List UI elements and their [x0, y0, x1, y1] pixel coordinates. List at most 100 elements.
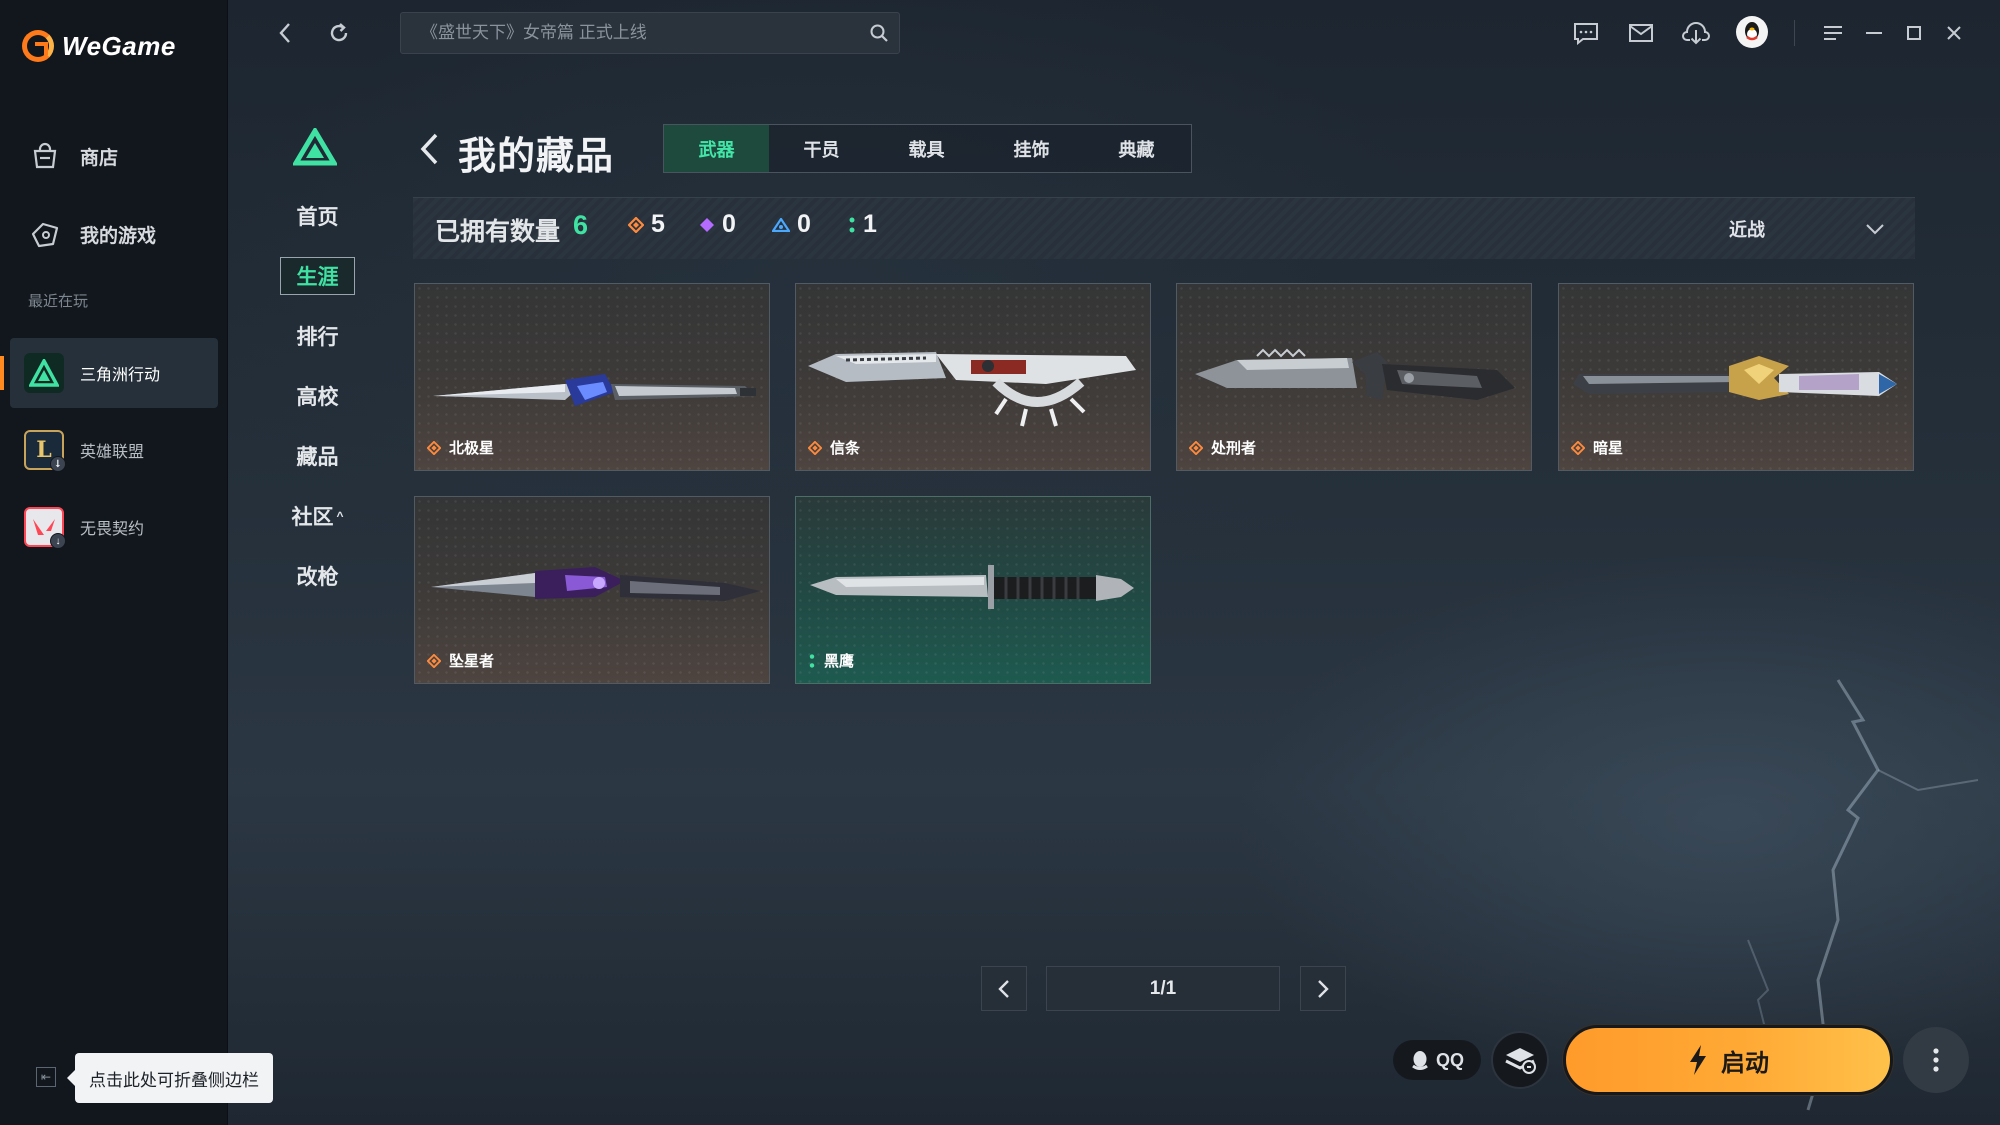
weapon-label: 北极星 — [427, 437, 494, 458]
back-icon — [279, 23, 290, 43]
tab-weapons[interactable]: 武器 — [664, 125, 769, 172]
prev-page-button[interactable] — [981, 966, 1027, 1011]
knife-artwork-star-faller — [431, 567, 760, 601]
vertical-dots-icon — [1933, 1048, 1939, 1072]
weapon-name: 信条 — [830, 440, 861, 457]
tab-charms[interactable]: 挂饰 — [979, 125, 1084, 172]
tab-vehicles[interactable]: 载具 — [874, 125, 979, 172]
weapon-card-dark-star[interactable]: 暗星 — [1558, 283, 1914, 471]
orange-diamond-icon — [1189, 440, 1203, 455]
knife-artwork-polaris — [433, 374, 756, 406]
weapon-card-star-faller[interactable]: 坠星者 — [414, 496, 770, 684]
chat-icon — [1574, 23, 1598, 45]
green-dots-icon — [849, 217, 855, 232]
layers-icon — [1505, 1048, 1536, 1074]
maximize-button[interactable] — [1899, 18, 1929, 48]
lightning-bolt-icon — [1690, 1045, 1706, 1075]
weapon-card-creed[interactable]: 信条 — [795, 283, 1151, 471]
launch-game-button[interactable]: 启动 — [1563, 1025, 1893, 1095]
left-sidebar: WeGame 商店 我的游戏 最近在玩 三角洲行动 L ↓ 英雄联盟 ↓ 无畏契… — [0, 0, 228, 1125]
subnav-community-label: 社区 — [291, 506, 334, 529]
weapon-label: 坠星者 — [427, 650, 494, 671]
recent-game-delta-force[interactable]: 三角洲行动 — [0, 338, 218, 408]
chevron-right-icon — [1318, 979, 1329, 998]
close-button[interactable] — [1939, 18, 1969, 48]
sidebar-main-nav: 商店 我的游戏 — [0, 128, 228, 262]
weapon-label: 信条 — [808, 437, 860, 458]
weapon-name: 坠星者 — [449, 653, 495, 670]
weapon-name: 处刑者 — [1211, 440, 1257, 457]
weapon-card-executioner[interactable]: 处刑者 — [1176, 283, 1532, 471]
recent-game-label: 英雄联盟 — [80, 444, 145, 461]
sidebar-item-label: 我的游戏 — [80, 225, 157, 247]
knife-artwork-dark-star — [1573, 356, 1897, 400]
wegame-logo[interactable]: WeGame — [22, 30, 176, 62]
chat-button[interactable] — [1571, 18, 1601, 48]
weapon-label: 暗星 — [1571, 437, 1623, 458]
search-input[interactable] — [421, 23, 861, 43]
maximize-icon — [1907, 26, 1921, 40]
weapon-name: 黑鹰 — [824, 653, 855, 670]
launch-label: 启动 — [1721, 1049, 1769, 1077]
download-manager-button[interactable] — [1681, 18, 1711, 48]
chevron-down-icon — [1866, 224, 1884, 235]
subnav-gun-mod[interactable]: 改枪 — [280, 557, 355, 595]
collection-tabs: 武器 干员 载具 挂饰 典藏 — [663, 124, 1192, 173]
sidebar-item-store[interactable]: 商店 — [0, 128, 228, 184]
orange-diamond-icon — [427, 653, 441, 668]
minimize-icon — [1866, 32, 1882, 34]
collection-back-button[interactable] — [418, 132, 440, 171]
refresh-icon — [330, 23, 348, 42]
weapon-card-polaris[interactable]: 北极星 — [414, 283, 770, 471]
tab-operators[interactable]: 干员 — [769, 125, 874, 172]
subnav-career[interactable]: 生涯 — [280, 257, 355, 295]
tab-archive[interactable]: 典藏 — [1084, 125, 1189, 172]
subnav-community[interactable]: 社区 ^ — [280, 497, 355, 535]
rarity-count-blue: 0 — [772, 210, 811, 239]
subnav-collection[interactable]: 藏品 — [280, 437, 355, 475]
recent-games-list: 三角洲行动 L ↓ 英雄联盟 ↓ 无畏契约 — [0, 338, 218, 562]
app-name: WeGame — [62, 30, 176, 61]
search-bar[interactable] — [400, 12, 900, 54]
more-options-button[interactable] — [1903, 1027, 1969, 1093]
weapon-card-black-hawk[interactable]: 黑鹰 — [795, 496, 1151, 684]
valorant-icon: ↓ — [24, 507, 66, 549]
store-bag-icon — [30, 141, 60, 171]
caret-up-icon: ^ — [336, 509, 344, 523]
mail-button[interactable] — [1626, 18, 1656, 48]
download-badge-icon: ↓ — [50, 533, 66, 549]
close-icon — [1947, 26, 1961, 40]
sidebar-item-my-games[interactable]: 我的游戏 — [0, 206, 228, 262]
recent-game-league-of-legends[interactable]: L ↓ 英雄联盟 — [10, 415, 218, 485]
recent-game-valorant[interactable]: ↓ 无畏契约 — [10, 492, 218, 562]
subnav-home[interactable]: 首页 — [280, 197, 355, 235]
rarity-count-orange: 5 — [628, 210, 665, 239]
subnav-university[interactable]: 高校 — [280, 377, 355, 415]
collapse-sidebar-tooltip: 点击此处可折叠侧边栏 — [67, 1053, 273, 1103]
delta-force-icon — [24, 353, 64, 393]
chevron-left-icon — [998, 979, 1009, 998]
search-icon[interactable] — [869, 23, 889, 48]
weapon-name: 北极星 — [449, 440, 495, 457]
download-badge-icon: ↓ — [50, 456, 66, 472]
collapse-sidebar-button[interactable]: ⇤ — [36, 1067, 56, 1087]
subnav-ranking[interactable]: 排行 — [280, 317, 355, 355]
owned-count-label: 已拥有数量 — [435, 218, 561, 246]
back-button[interactable] — [270, 18, 300, 48]
knife-artwork-executioner — [1195, 348, 1515, 400]
next-page-button[interactable] — [1300, 966, 1346, 1011]
delta-force-logo[interactable] — [291, 126, 339, 171]
weapon-label: 处刑者 — [1189, 437, 1256, 458]
download-icon — [1682, 22, 1710, 45]
overlay-layers-button[interactable] — [1491, 1031, 1549, 1089]
topbar-divider — [1794, 20, 1795, 46]
minimize-button[interactable] — [1859, 18, 1889, 48]
user-avatar-button[interactable] — [1734, 14, 1770, 50]
owned-count-value: 6 — [573, 210, 589, 240]
qq-login-button[interactable]: QQ — [1393, 1040, 1481, 1080]
category-filter-dropdown[interactable]: 近战 — [1729, 216, 1885, 242]
menu-button[interactable] — [1818, 18, 1848, 48]
qq-label: QQ — [1435, 1049, 1464, 1070]
refresh-button[interactable] — [324, 18, 354, 48]
recent-game-label: 无畏契约 — [80, 521, 145, 538]
